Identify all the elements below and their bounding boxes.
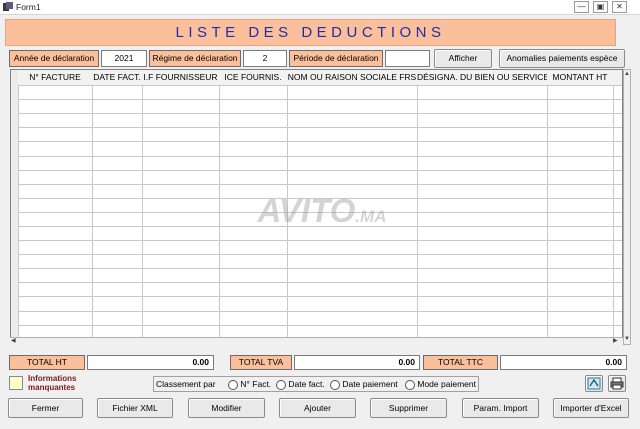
column-header[interactable]: ICE FOURNIS.	[219, 71, 287, 84]
maximize-button[interactable]: ▣	[593, 1, 608, 13]
missing-info-swatch	[9, 376, 23, 390]
refresh-tool-button[interactable]	[585, 375, 603, 392]
radio-icon[interactable]	[276, 379, 286, 390]
total-ht-value: 0.00	[87, 355, 214, 370]
column-header[interactable]: I.F FOURNISSEUR	[142, 71, 219, 84]
periode-label: Période de déclaration	[289, 50, 383, 67]
column-header[interactable]: MONTANT HT	[547, 71, 613, 84]
header-banner: LISTE DES DEDUCTIONS	[5, 19, 616, 46]
sort-label: Classement par	[156, 379, 216, 389]
sort-option-datepaiement[interactable]: Date paiement	[330, 379, 398, 390]
total-ttc-label: TOTAL TTC	[423, 355, 498, 370]
regime-field[interactable]: 2	[243, 50, 287, 67]
column-header[interactable]: N° FACTURE	[18, 71, 92, 84]
fichier-xml-button[interactable]: Fichier XML	[97, 398, 173, 418]
total-ht-label: TOTAL HT	[9, 355, 85, 370]
column-header[interactable]: DATE FACT.	[92, 71, 142, 84]
window-title: Form1	[16, 2, 41, 12]
param-import-button[interactable]: Param. Import	[462, 398, 539, 418]
importer-excel-button[interactable]: Importer d'Excel	[553, 398, 629, 418]
print-button[interactable]	[608, 375, 626, 392]
afficher-button[interactable]: Afficher	[434, 49, 492, 68]
radio-icon[interactable]	[405, 379, 415, 390]
close-icon: ✕	[616, 2, 623, 11]
app-icon	[3, 2, 13, 11]
total-ttc-value: 0.00	[500, 355, 627, 370]
printer-icon	[610, 377, 624, 390]
refresh-icon	[587, 377, 601, 390]
column-header[interactable]: DÉSIGNA. DU BIEN OU SERVICE	[417, 71, 547, 84]
anomalies-button[interactable]: Anomalies paiements espèce	[499, 49, 625, 68]
regime-label: Régime de déclaration	[149, 50, 241, 67]
horizontal-scrollbar[interactable]: ◀ ▶	[10, 337, 623, 345]
missing-info-label: Informations manquantes	[28, 374, 77, 392]
scroll-right-icon[interactable]: ▶	[613, 338, 618, 344]
radio-icon[interactable]	[228, 379, 238, 390]
periode-field[interactable]	[385, 50, 430, 67]
sort-option-nfact[interactable]: N° Fact.	[228, 379, 271, 390]
radio-icon[interactable]	[330, 379, 340, 390]
scroll-down-icon[interactable]: ▼	[624, 336, 630, 342]
sort-option-datefact[interactable]: Date fact.	[276, 379, 325, 390]
column-header[interactable]: NOM OU RAISON SOCIALE FRS	[287, 71, 417, 84]
row-header-strip	[11, 70, 18, 344]
sort-option-modepaiement[interactable]: Mode paiement	[405, 379, 476, 390]
minimize-button[interactable]: —	[574, 1, 589, 13]
vertical-scrollbar[interactable]: ▲ ▼	[623, 69, 631, 345]
annee-field[interactable]: 2021	[101, 50, 147, 67]
page-title: LISTE DES DEDUCTIONS	[175, 24, 446, 41]
supprimer-button[interactable]: Supprimer	[370, 398, 447, 418]
ajouter-button[interactable]: Ajouter	[279, 398, 356, 418]
modifier-button[interactable]: Modifier	[188, 398, 265, 418]
title-bar: Form1 — ▣ ✕	[0, 0, 640, 15]
total-tva-label: TOTAL TVA	[230, 355, 292, 370]
close-button[interactable]: ✕	[612, 1, 627, 13]
watermark: AVITO.MA	[257, 192, 387, 229]
maximize-icon: ▣	[596, 2, 605, 11]
scroll-left-icon[interactable]: ◀	[11, 338, 16, 344]
total-tva-value: 0.00	[294, 355, 420, 370]
fermer-button[interactable]: Fermer	[8, 398, 83, 418]
annee-label: Année de déclaration	[9, 50, 99, 67]
scroll-up-icon[interactable]: ▲	[624, 71, 630, 77]
minimize-icon: —	[577, 2, 586, 11]
